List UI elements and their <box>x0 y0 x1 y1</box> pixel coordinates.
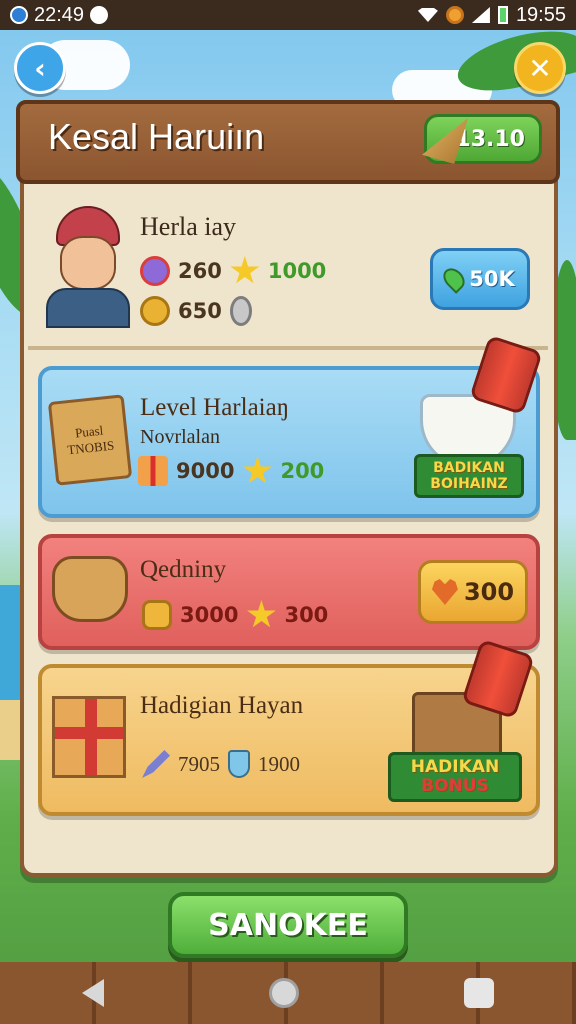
app-status-icon <box>10 6 28 24</box>
level-card-title: Level Harlaiaŋ <box>140 394 290 421</box>
bonus-card-stats: 7905 1900 <box>142 750 300 778</box>
ribbon-line-2: BOIHAINZ <box>430 476 508 492</box>
qedniny-card-value2: 300 <box>284 603 329 627</box>
bonus-card-value2: 1900 <box>258 751 300 776</box>
bonus-ribbon-line-1: HADIKAN <box>410 757 500 777</box>
pin-icon <box>439 264 470 294</box>
avatar <box>44 206 130 328</box>
buy-price: 300 <box>463 578 515 606</box>
main-action-label: SANOKEE <box>208 907 368 943</box>
bonus-card-value1: 7905 <box>178 751 220 776</box>
status-bar: 22:49 19:55 <box>0 0 576 30</box>
player-name: Herla iay <box>140 212 237 241</box>
ribbon-line-1: BADIKAN <box>433 460 505 476</box>
level-card-subtitle: Novrlalan <box>140 426 220 448</box>
level-card-value1: 9000 <box>176 459 235 483</box>
stat1-bonus: 1000 <box>267 259 327 283</box>
cake-icon <box>142 600 172 630</box>
star-icon <box>247 600 276 628</box>
level-card-value2: 200 <box>280 459 325 483</box>
profile-stat-row-2: 650 <box>140 296 252 326</box>
signal-icon <box>471 7 490 23</box>
bonus-card-title: Hadigian Hayan <box>140 692 304 719</box>
location-label: 50K <box>469 267 515 291</box>
nav-home-icon[interactable] <box>268 978 299 1008</box>
close-icon: ✕ <box>528 51 552 85</box>
qedniny-card-title: Qedniny <box>140 556 227 583</box>
wifi-icon <box>417 8 438 22</box>
qedniny-card-value1: 3000 <box>180 603 239 627</box>
gift-icon <box>138 456 168 486</box>
avatar-body <box>46 288 130 328</box>
pencil-icon <box>142 750 170 778</box>
currency-value: 13.10 <box>455 126 525 152</box>
ban-icon <box>140 256 170 286</box>
profile-stat-row-1: 260 1000 <box>140 256 326 286</box>
buy-button[interactable]: 300 <box>418 560 528 624</box>
sign-line-2: TNOBIS <box>66 437 115 458</box>
star-icon <box>230 256 260 284</box>
silver-coin-icon <box>229 296 252 326</box>
battery-icon <box>497 6 508 24</box>
coin-icon <box>140 296 170 326</box>
basket-icon <box>52 556 128 622</box>
gift-box-icon <box>52 696 126 778</box>
app-notification-icon <box>445 6 464 24</box>
close-button[interactable]: ✕ <box>514 42 566 94</box>
stat1-value: 260 <box>178 259 222 283</box>
status-time-right: 19:55 <box>515 3 566 26</box>
crate-sign: Puasl TNOBIS <box>47 394 133 486</box>
bonus-ribbon-line-2: BONUS <box>421 776 489 796</box>
shield-icon <box>228 750 250 778</box>
bonus-card-ribbon: HADIKAN BONUS <box>388 752 522 802</box>
level-card-stats: 9000 200 <box>138 456 324 486</box>
navigation-bar <box>0 962 576 1024</box>
back-button[interactable]: ‹ <box>14 42 66 94</box>
heart-icon <box>431 579 458 605</box>
notification-icon <box>90 6 109 24</box>
stat2-value: 650 <box>178 299 222 323</box>
back-icon: ‹ <box>34 51 46 85</box>
star-icon <box>243 456 272 484</box>
location-button[interactable]: 50K <box>430 248 530 310</box>
divider <box>28 346 548 350</box>
avatar-face <box>60 236 116 290</box>
panel-title: Kesal Haruiın <box>48 116 265 157</box>
main-action-button[interactable]: SANOKEE <box>168 892 408 958</box>
qedniny-card-stats: 3000 300 <box>142 600 328 630</box>
nav-back-icon[interactable] <box>82 979 105 1007</box>
status-time-left: 22:49 <box>34 3 85 26</box>
nav-recent-apps-icon[interactable] <box>463 978 494 1008</box>
level-card-ribbon: BADIKAN BOIHAINZ <box>414 454 524 498</box>
